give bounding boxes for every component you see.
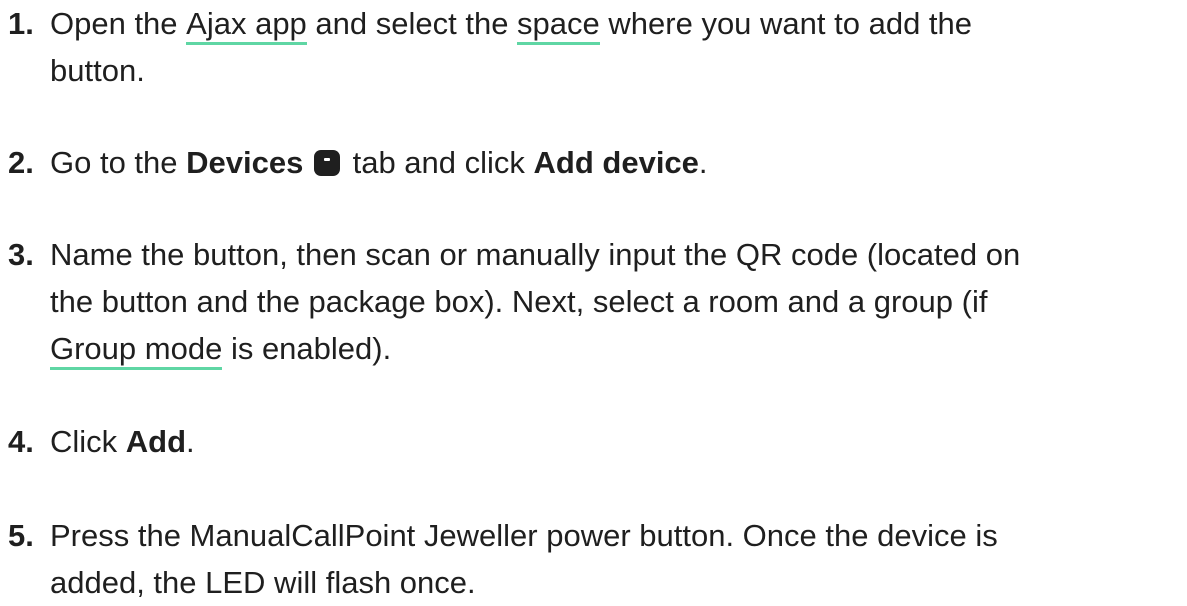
step-1-line-1: 1. Open the Ajax app and select the space… [8,0,1183,47]
add-device-label: Add device [533,145,699,180]
step-number: 1. [8,6,34,41]
step-5: 5. Press the ManualCallPoint Jeweller pow… [8,512,1183,606]
step-text: is enabled). [222,331,392,366]
step-5-line-2: added, the LED will flash once. [50,565,476,600]
step-text: Name the button, then scan or manually i… [50,237,1021,272]
step-1-line-2: button. [50,53,145,88]
space-link[interactable]: space [517,6,600,45]
step-number: 2. [8,145,34,180]
step-3: 3. Name the button, then scan or manually… [8,231,1183,372]
step-text: Open the [50,6,187,41]
step-3-line-1: 3. Name the button, then scan or manually… [8,231,1183,278]
step-number: 5. [8,518,34,553]
step-text: Click [50,424,126,459]
devices-icon [313,150,340,176]
step-number: 3. [8,237,34,272]
step-text: where you want to add the [599,6,973,41]
step-3-line-3: Group mode is enabled). [8,325,1183,372]
step-5-line-1: 5. Press the ManualCallPoint Jeweller pow… [8,512,1183,559]
step-text: Go to the [50,145,187,180]
step-text: Press the ManualCallPoint Jeweller power… [50,518,998,553]
step-4-line-1: 4. Click Add. [8,418,1183,465]
step-1: 1. Open the Ajax app and select the space… [8,0,1183,94]
step-2: 2. Go to the Devices tab and click Add de… [8,139,1183,186]
step-text: and select the [306,6,518,41]
step-text: tab and click [343,145,534,180]
step-3-line-2: the button and the package box). Next, s… [50,284,988,319]
step-2-line-1: 2. Go to the Devices tab and click Add de… [8,139,1183,186]
devices-tab-label: Devices [186,145,304,180]
ajax-app-link[interactable]: Ajax app [186,6,307,45]
step-number: 4. [8,424,34,459]
step-4: 4. Click Add. [8,418,1183,465]
group-mode-link[interactable]: Group mode [50,331,223,370]
step-text: . [698,145,708,180]
step-text: . [186,424,195,459]
add-label: Add [125,424,187,459]
